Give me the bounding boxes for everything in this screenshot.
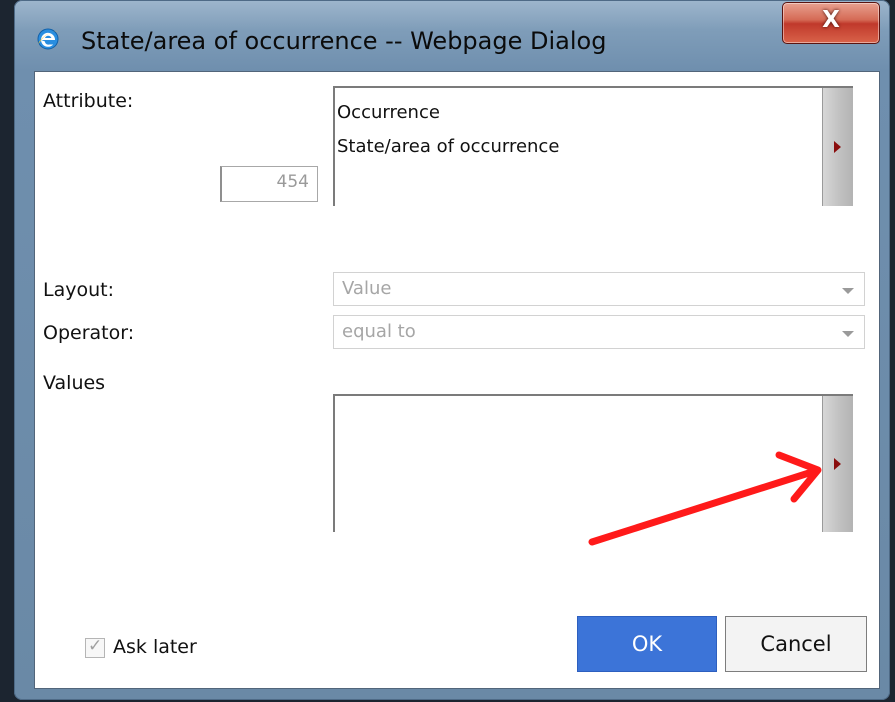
- values-box[interactable]: [333, 394, 853, 532]
- operator-value: equal to: [342, 321, 416, 342]
- layout-select[interactable]: Value: [333, 272, 865, 306]
- values-expand-button[interactable]: [822, 396, 853, 532]
- layout-value: Value: [342, 278, 392, 299]
- close-icon: X: [822, 7, 840, 33]
- ask-later-checkbox[interactable]: ✓: [85, 636, 105, 658]
- dialog-window: State/area of occurrence -- Webpage Dial…: [14, 0, 890, 700]
- triangle-right-icon: [834, 458, 841, 470]
- attribute-expand-button[interactable]: [822, 88, 853, 206]
- check-icon: ✓: [88, 636, 103, 656]
- operator-label: Operator:: [43, 322, 135, 344]
- chevron-down-icon: [842, 288, 854, 294]
- layout-label: Layout:: [43, 279, 114, 301]
- ok-button[interactable]: OK: [577, 616, 717, 672]
- attribute-path-leaf: State/area of occurrence: [337, 136, 560, 157]
- triangle-right-icon: [834, 141, 841, 153]
- internet-explorer-icon: [37, 28, 59, 50]
- ask-later-label[interactable]: Ask later: [113, 636, 197, 658]
- window-title: State/area of occurrence -- Webpage Dial…: [81, 27, 607, 55]
- attribute-label: Attribute:: [43, 90, 134, 112]
- attribute-path-root: Occurrence: [337, 102, 440, 123]
- attribute-id-field[interactable]: 454: [220, 166, 318, 202]
- dialog-content: Attribute: 454 Occurrence State/area of …: [34, 71, 880, 689]
- values-label: Values: [43, 372, 106, 394]
- cancel-button[interactable]: Cancel: [725, 616, 867, 672]
- chevron-down-icon: [842, 331, 854, 337]
- attribute-selector[interactable]: Occurrence State/area of occurrence: [333, 86, 853, 206]
- operator-select[interactable]: equal to: [333, 315, 865, 349]
- close-button[interactable]: X: [782, 2, 880, 44]
- title-bar[interactable]: State/area of occurrence -- Webpage Dial…: [14, 0, 890, 70]
